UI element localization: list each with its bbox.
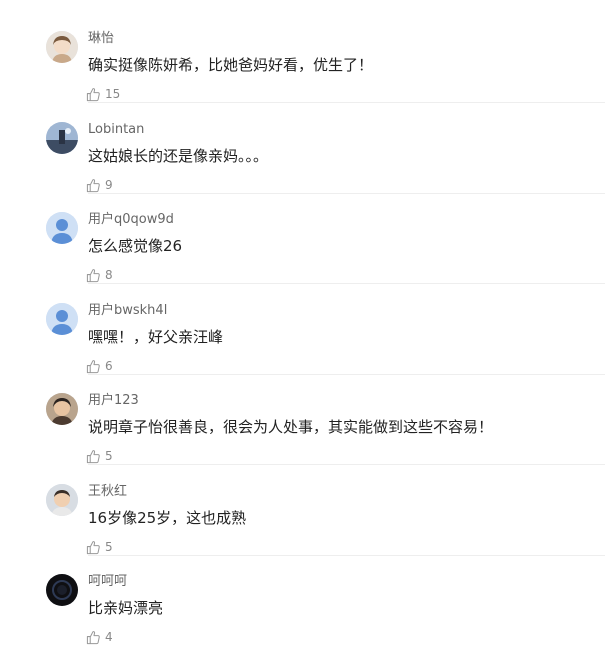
like-button[interactable]: 6 (86, 358, 113, 374)
comment-text: 怎么感觉像26 (88, 237, 183, 255)
username[interactable]: 用户q0qow9d (88, 212, 174, 228)
thumbs-up-icon (86, 540, 100, 554)
avatar[interactable] (46, 122, 78, 154)
avatar[interactable] (46, 393, 78, 425)
like-count: 9 (105, 178, 113, 192)
comment-text: 说明章子怡很善良，很会为人处事，其实能做到这些不容易！ (88, 418, 494, 436)
divider (88, 464, 605, 465)
like-button[interactable]: 4 (86, 629, 113, 645)
thumbs-up-icon (86, 178, 100, 192)
user-photo-icon (46, 31, 78, 63)
comment-item: 呵呵呵 比亲妈漂亮 4 (0, 574, 605, 665)
comment-item: 王秋红 16岁像25岁，这也成熟 5 (0, 484, 605, 575)
avatar[interactable] (46, 303, 78, 335)
username[interactable]: 王秋红 (88, 484, 127, 500)
comment-text: 这姑娘长的还是像亲妈。。。 (88, 147, 269, 165)
avatar[interactable] (46, 574, 78, 606)
user-photo-icon (46, 393, 78, 425)
avatar[interactable] (46, 484, 78, 516)
avatar[interactable] (46, 212, 78, 244)
thumbs-up-icon (86, 630, 100, 644)
comment-item: 用户123 说明章子怡很善良，很会为人处事，其实能做到这些不容易！ 5 (0, 393, 605, 484)
comment-text: 确实挺像陈妍希，比她爸妈好看，优生了！ (88, 56, 374, 74)
username[interactable]: 用户123 (88, 393, 139, 409)
comment-text: 比亲妈漂亮 (88, 599, 164, 617)
thumbs-up-icon (86, 268, 100, 282)
username[interactable]: 呵呵呵 (88, 574, 127, 590)
username[interactable]: 琳怡 (88, 31, 114, 47)
thumbs-up-icon (86, 87, 100, 101)
like-button[interactable]: 5 (86, 539, 113, 555)
user-photo-icon (46, 574, 78, 606)
like-button[interactable]: 9 (86, 177, 113, 193)
user-photo-icon (46, 484, 78, 516)
thumbs-up-icon (86, 359, 100, 373)
comment-item: 用户bwskh4l 嘿嘿！，好父亲汪峰 6 (0, 303, 605, 394)
comment-text: 嘿嘿！，好父亲汪峰 (88, 328, 224, 346)
like-count: 8 (105, 268, 113, 282)
comment-item: Lobintan 这姑娘长的还是像亲妈。。。 9 (0, 122, 605, 213)
like-button[interactable]: 8 (86, 267, 113, 283)
avatar[interactable] (46, 31, 78, 63)
user-photo-icon (46, 122, 78, 154)
divider (88, 374, 605, 375)
comment-list: 琳怡 确实挺像陈妍希，比她爸妈好看，优生了！ 15 Lobintan 这姑娘长的… (0, 0, 605, 655)
like-count: 15 (105, 87, 121, 101)
like-count: 5 (105, 540, 113, 554)
like-button[interactable]: 5 (86, 448, 113, 464)
divider (88, 283, 605, 284)
divider (88, 555, 605, 556)
comment-item: 琳怡 确实挺像陈妍希，比她爸妈好看，优生了！ 15 (0, 31, 605, 122)
default-user-icon (46, 212, 78, 244)
like-count: 5 (105, 449, 113, 463)
like-count: 6 (105, 359, 113, 373)
username[interactable]: 用户bwskh4l (88, 303, 167, 319)
username[interactable]: Lobintan (88, 122, 144, 138)
divider (88, 102, 605, 103)
comment-text: 16岁像25岁，这也成熟 (88, 509, 247, 527)
thumbs-up-icon (86, 449, 100, 463)
like-button[interactable]: 15 (86, 86, 120, 102)
default-user-icon (46, 303, 78, 335)
comment-item: 用户q0qow9d 怎么感觉像26 8 (0, 212, 605, 303)
divider (88, 193, 605, 194)
like-count: 4 (105, 630, 113, 644)
